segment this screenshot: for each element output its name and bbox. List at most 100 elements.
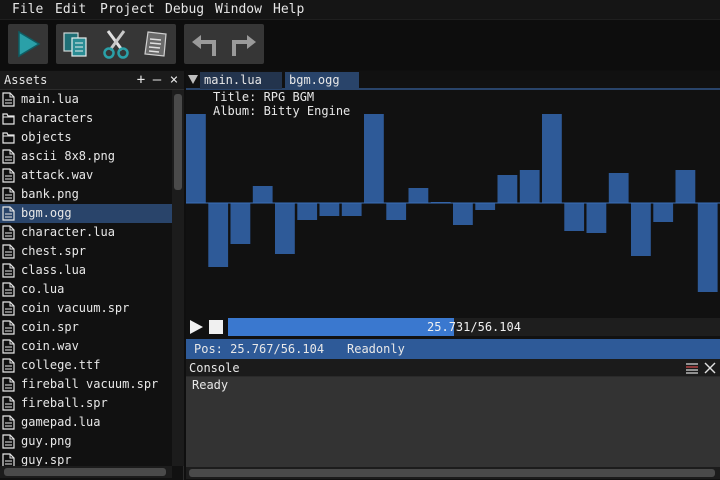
file-icon: [2, 244, 15, 259]
audio-waveform-view: Title: RPG BGM Album: Bitty Engine: [186, 90, 720, 316]
asset-list-item[interactable]: coin.wav: [0, 337, 172, 356]
waveform-bar: [386, 203, 407, 220]
assets-panel: Assets + — × main.lua characters objects as…: [0, 71, 184, 480]
copy-button[interactable]: [56, 24, 96, 64]
undo-button[interactable]: [184, 24, 224, 64]
assets-header: Assets + — ×: [0, 71, 184, 90]
playback-progress-bar[interactable]: 25.731/56.104: [228, 318, 720, 336]
waveform-bar: [364, 114, 384, 203]
waveform-bar: [319, 203, 340, 216]
asset-label: gamepad.lua: [21, 415, 101, 429]
clipboard-group: [56, 24, 176, 64]
scrollbar-thumb[interactable]: [4, 468, 166, 476]
file-icon: [2, 206, 15, 221]
audio-album: Album: Bitty Engine: [213, 104, 351, 118]
minimize-icon[interactable]: —: [150, 72, 164, 88]
asset-list-item[interactable]: college.ttf: [0, 356, 172, 375]
menu-project[interactable]: Project: [100, 2, 155, 17]
add-asset-icon[interactable]: +: [134, 72, 148, 88]
cut-icon: [103, 30, 129, 59]
copy-icon: [63, 32, 87, 57]
play-icon[interactable]: [189, 320, 203, 334]
asset-list-item[interactable]: main.lua: [0, 90, 172, 109]
cut-button[interactable]: [96, 24, 136, 64]
menu-window[interactable]: Window: [215, 2, 262, 17]
asset-list-item[interactable]: coin vacuum.spr: [0, 299, 172, 318]
asset-label: coin.wav: [21, 339, 79, 353]
audio-metadata: Title: RPG BGM Album: Bitty Engine: [213, 90, 350, 118]
editor-status-bar: Pos: 25.767/56.104 Readonly: [186, 339, 720, 359]
waveform-bar: [252, 186, 273, 203]
asset-list-item[interactable]: fireball vacuum.spr: [0, 375, 172, 394]
asset-list-item[interactable]: guy.spr: [0, 451, 172, 466]
file-icon: [2, 301, 15, 316]
redo-icon: [232, 35, 256, 56]
playback-controls: 25.731/56.104: [186, 316, 720, 339]
scrollbar-thumb[interactable]: [174, 94, 182, 190]
asset-list-item[interactable]: coin.spr: [0, 318, 172, 337]
assets-vertical-scrollbar[interactable]: [172, 90, 184, 466]
menu-help[interactable]: Help: [273, 2, 304, 17]
waveform-bar: [186, 114, 206, 203]
file-icon: [2, 168, 15, 183]
readonly-status: Readonly: [347, 342, 405, 356]
redo-button[interactable]: [224, 24, 264, 64]
file-icon: [2, 92, 15, 107]
tab-main-lua[interactable]: main.lua: [200, 72, 282, 89]
asset-list-item[interactable]: gamepad.lua: [0, 413, 172, 432]
waveform-bar: [497, 175, 518, 203]
console-output[interactable]: Ready: [186, 377, 720, 467]
file-icon: [2, 282, 15, 297]
waveform-bar: [608, 173, 629, 203]
paste-icon: [144, 31, 167, 57]
asset-list-item[interactable]: characters: [0, 109, 172, 128]
file-icon: [2, 415, 15, 430]
asset-list-item[interactable]: bank.png: [0, 185, 172, 204]
asset-label: ascii 8x8.png: [21, 149, 115, 163]
asset-list-item[interactable]: guy.png: [0, 432, 172, 451]
asset-list-item[interactable]: bgm.ogg: [0, 204, 172, 223]
console-text: Ready: [192, 378, 229, 392]
asset-list-item[interactable]: fireball.spr: [0, 394, 172, 413]
asset-label: chest.spr: [21, 244, 87, 258]
run-group: [8, 24, 48, 64]
file-icon: [2, 187, 15, 202]
asset-label: co.lua: [21, 282, 65, 296]
menu-debug[interactable]: Debug: [165, 2, 204, 17]
asset-label: attack.wav: [21, 168, 94, 182]
tab-bgm-ogg[interactable]: bgm.ogg: [285, 72, 359, 89]
close-icon[interactable]: [704, 362, 716, 374]
waveform-bar: [475, 203, 496, 210]
file-icon: [2, 339, 15, 354]
waveform-bar: [542, 114, 562, 203]
asset-list-item[interactable]: objects: [0, 128, 172, 147]
file-icon: [2, 149, 15, 164]
asset-list-item[interactable]: ascii 8x8.png: [0, 147, 172, 166]
asset-list-item[interactable]: class.lua: [0, 261, 172, 280]
paste-button[interactable]: [136, 24, 176, 64]
menu-file[interactable]: File: [12, 2, 43, 17]
undo-icon: [192, 35, 216, 56]
asset-list-item[interactable]: attack.wav: [0, 166, 172, 185]
asset-list-item[interactable]: character.lua: [0, 223, 172, 242]
cursor-position: Pos: 25.767/56.104: [194, 342, 325, 356]
waveform-bar: [519, 170, 540, 203]
asset-label: coin.spr: [21, 320, 79, 334]
file-icon: [2, 358, 15, 373]
asset-list-item[interactable]: co.lua: [0, 280, 172, 299]
asset-list-item[interactable]: chest.spr: [0, 242, 172, 261]
run-button[interactable]: [8, 24, 48, 64]
tab-list-dropdown-icon[interactable]: [188, 75, 198, 84]
menu-edit[interactable]: Edit: [55, 2, 86, 17]
waveform-bar: [697, 203, 718, 292]
stop-icon[interactable]: [209, 320, 223, 334]
console-horizontal-scrollbar[interactable]: [186, 467, 720, 479]
assets-horizontal-scrollbar[interactable]: [0, 466, 172, 478]
asset-label: guy.png: [21, 434, 72, 448]
close-icon[interactable]: ×: [167, 72, 181, 88]
asset-label: bank.png: [21, 187, 79, 201]
waveform-bar: [631, 203, 651, 256]
scrollbar-thumb[interactable]: [189, 469, 715, 477]
asset-label: character.lua: [21, 225, 115, 239]
clear-log-icon[interactable]: [686, 362, 698, 374]
